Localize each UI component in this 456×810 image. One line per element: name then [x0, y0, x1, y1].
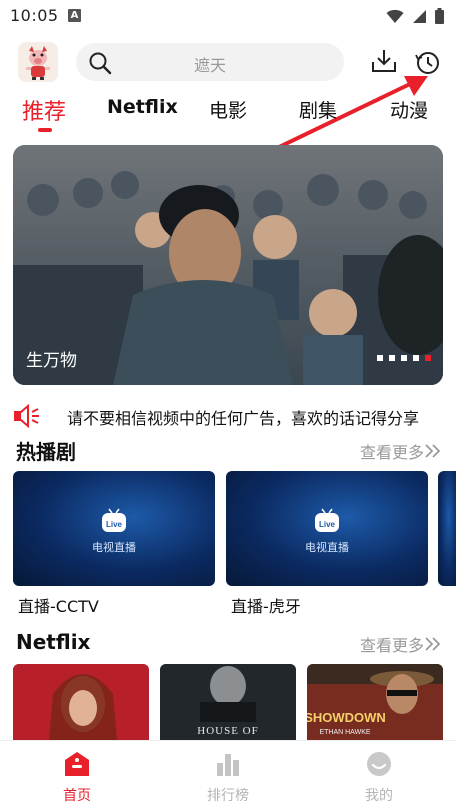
hot-card-cctv[interactable]: Live 电视直播	[13, 471, 215, 586]
home-icon	[65, 752, 89, 776]
smiley-face-icon	[367, 752, 391, 776]
nav-label: 首页	[63, 788, 91, 804]
banner-dot-active[interactable]	[425, 355, 431, 361]
tab-recommend[interactable]: 推荐	[22, 94, 66, 126]
live-tv-icon: Live	[102, 508, 126, 532]
see-more-label: 查看更多	[359, 636, 424, 655]
notice-marquee: 请不要相信视频中的任何广告，喜欢的话记得分享	[13, 402, 456, 430]
speaker-icon	[14, 404, 39, 428]
notice-text: 请不要相信视频中的任何广告，喜欢的话记得分享	[67, 409, 420, 428]
section-title-netflix: Netflix	[16, 630, 91, 654]
nav-home[interactable]: 首页	[32, 751, 122, 805]
nav-label: 排行榜	[207, 788, 249, 804]
tab-netflix[interactable]: Netflix	[107, 96, 178, 118]
category-tabs: 推荐 Netflix 电影 剧集 动漫	[0, 96, 456, 136]
double-chevron-icon	[425, 637, 441, 651]
see-more-netflix[interactable]: 查看更多	[360, 632, 442, 656]
poster-title: SHOWDOWN	[307, 710, 386, 725]
bar-chart-icon	[217, 754, 239, 776]
tab-active-indicator	[38, 128, 52, 132]
poster-subtitle: ETHAN HAWKE	[319, 729, 370, 736]
poster-image: HOUSE OF	[160, 664, 296, 740]
banner-image	[13, 145, 443, 385]
see-more-hot[interactable]: 查看更多	[360, 439, 442, 463]
poster-image: SHOWDOWN ETHAN HAWKE	[307, 664, 443, 740]
app-logo-avatar[interactable]	[18, 42, 58, 82]
netflix-poster[interactable]: SHOWDOWN ETHAN HAWKE	[307, 664, 443, 740]
live-badge: Live	[319, 520, 336, 529]
banner-dot[interactable]	[389, 355, 395, 361]
battery-icon	[435, 8, 444, 24]
status-time: 10:05	[10, 6, 59, 25]
banner-dot[interactable]	[413, 355, 419, 361]
signal-icon	[413, 9, 426, 23]
wifi-icon	[386, 9, 404, 23]
banner-pagination	[377, 355, 431, 361]
nav-label: 我的	[365, 788, 393, 804]
card-logo-text: 电视直播	[92, 541, 136, 554]
poster-image	[13, 664, 149, 740]
tab-series[interactable]: 剧集	[299, 96, 337, 123]
nav-profile[interactable]: 我的	[334, 751, 424, 805]
live-tv-icon: Live	[315, 508, 339, 532]
notification-a-icon: A	[68, 9, 81, 22]
section-title-hot: 热播剧	[16, 440, 76, 464]
nav-ranking[interactable]: 排行榜	[183, 751, 273, 805]
tab-movies[interactable]: 电影	[209, 96, 247, 123]
tab-anime[interactable]: 动漫	[390, 96, 428, 123]
hot-card-huya[interactable]: Live 电视直播	[226, 471, 428, 586]
banner-dot[interactable]	[401, 355, 407, 361]
hero-banner[interactable]: 生万物	[13, 145, 443, 385]
hot-card-caption[interactable]: 直播-CCTV	[18, 593, 99, 617]
pig-mascot-icon	[18, 42, 58, 82]
see-more-label: 查看更多	[359, 443, 424, 462]
card-logo-text: 电视直播	[305, 541, 349, 554]
poster-title: HOUSE OF	[197, 725, 258, 737]
live-badge: Live	[106, 520, 123, 529]
banner-dot[interactable]	[377, 355, 383, 361]
bottom-navigation: 首页 排行榜 我的	[0, 740, 456, 810]
card-thumbnail	[438, 471, 456, 586]
hot-card-partial[interactable]	[438, 471, 456, 586]
status-bar: 10:05 A	[0, 0, 456, 34]
banner-title: 生万物	[26, 351, 77, 371]
hot-card-caption[interactable]: 直播-虎牙	[231, 593, 301, 617]
double-chevron-icon	[425, 444, 441, 458]
netflix-poster[interactable]	[13, 664, 149, 740]
netflix-poster[interactable]: HOUSE OF	[160, 664, 296, 740]
